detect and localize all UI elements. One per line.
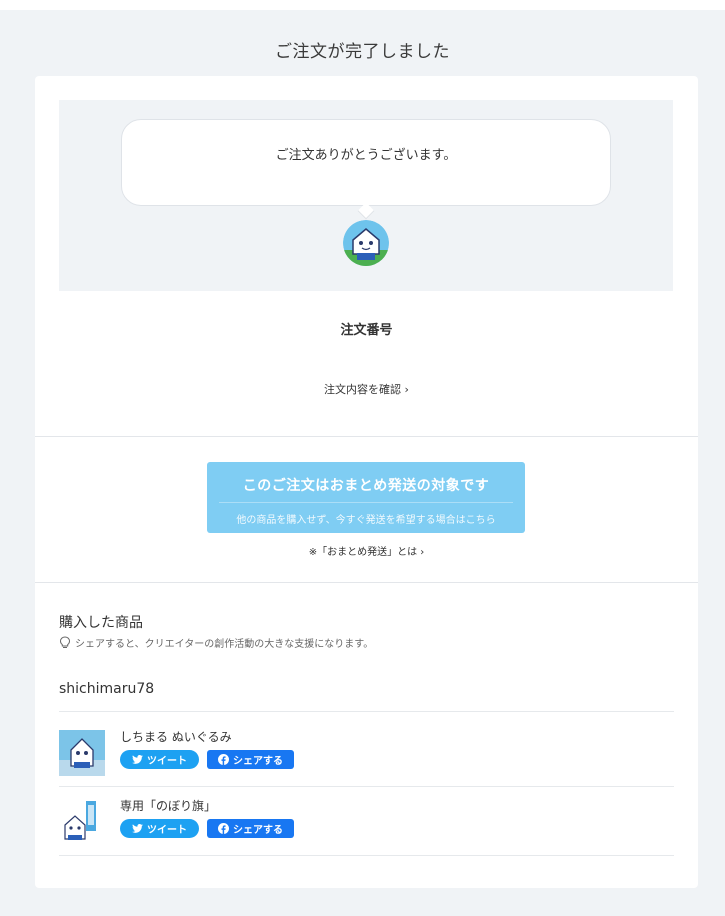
item-thumbnail[interactable] (59, 730, 105, 776)
thanks-message: ご注文ありがとうございます。 (275, 148, 457, 163)
facebook-icon (218, 754, 229, 765)
mascot-avatar (343, 220, 389, 266)
twitter-bird-icon (132, 824, 143, 833)
section-divider (35, 436, 698, 437)
speech-bubble-tail (357, 202, 375, 220)
bundle-info-link[interactable]: ※「おまとめ発送」とは › (35, 543, 698, 558)
thanks-hero: ご注文ありがとうございます。 (59, 100, 673, 291)
tweet-button[interactable]: ツイート (120, 750, 199, 769)
bundle-button-divider (219, 502, 513, 503)
share-buttons: ツイート シェアする (120, 750, 294, 769)
share-label: シェアする (233, 756, 283, 767)
purchased-items-title: 購入した商品 (59, 615, 143, 631)
share-label: シェアする (233, 825, 283, 836)
page-title: ご注文が完了しました (275, 42, 450, 62)
item-name[interactable]: 専用「のぼり旗」 (120, 797, 216, 814)
share-buttons: ツイート シェアする (120, 819, 294, 838)
share-hint: シェアすると、クリエイターの創作活動の大きな支援になります。 (59, 635, 373, 650)
section-divider (35, 582, 698, 583)
item-name[interactable]: しちまる ぬいぐるみ (120, 728, 232, 745)
tweet-label: ツイート (147, 825, 187, 836)
share-hint-text: シェアすると、クリエイターの創作活動の大きな支援になります。 (75, 639, 374, 650)
facebook-icon (218, 823, 229, 834)
row-divider (59, 711, 674, 712)
speech-bubble: ご注文ありがとうございます。 (121, 119, 611, 220)
tweet-button[interactable]: ツイート (120, 819, 199, 838)
facebook-share-button[interactable]: シェアする (207, 750, 294, 769)
twitter-bird-icon (132, 755, 143, 764)
shop-name[interactable]: shichimaru78 (59, 681, 154, 697)
bundle-shipping-title: このご注文はおまとめ発送の対象です (242, 478, 490, 494)
order-complete-card: ご注文ありがとうございます。 注文番号 注文内容を確認 › このご注文はおまとめ… (35, 76, 698, 888)
confirm-order-link[interactable]: 注文内容を確認 › (35, 381, 698, 397)
facebook-share-button[interactable]: シェアする (207, 819, 294, 838)
item-thumbnail[interactable] (59, 799, 105, 845)
row-divider (59, 786, 674, 787)
page-background: ご注文が完了しました ご注文ありがとうございます。 注文番号 注文内容を確認 ›… (0, 10, 725, 916)
order-number-label: 注文番号 (340, 323, 393, 338)
lightbulb-icon (59, 636, 71, 648)
bundle-shipping-subtitle: 他の商品を購入せず、今すぐ発送を希望する場合はこちら (236, 515, 496, 526)
bundle-shipping-button[interactable]: このご注文はおまとめ発送の対象です 他の商品を購入せず、今すぐ発送を希望する場合… (207, 462, 525, 533)
row-divider (59, 855, 674, 856)
tweet-label: ツイート (147, 756, 187, 767)
